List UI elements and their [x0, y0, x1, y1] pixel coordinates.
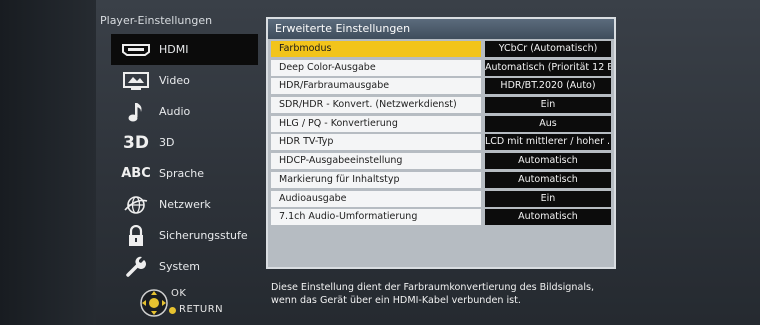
- setting-value[interactable]: Ein: [485, 190, 611, 207]
- language-icon: ABC: [121, 166, 151, 181]
- setting-value[interactable]: Ein: [485, 97, 611, 114]
- setting-row-audioausgabe[interactable]: Audioausgabe Ein: [271, 190, 611, 209]
- sidebar-item-label: System: [159, 260, 201, 273]
- hdmi-icon: [119, 37, 153, 63]
- setting-label[interactable]: Farbmodus: [271, 41, 481, 57]
- network-globe-icon: [119, 192, 153, 218]
- sidebar-item-label: Sprache: [159, 167, 205, 180]
- help-description: Diese Einstellung dient der Farbraumkonv…: [271, 281, 741, 307]
- sidebar-item-3d[interactable]: 3D 3D: [111, 127, 258, 158]
- setting-label[interactable]: HDCP-Ausgabeeinstellung: [271, 153, 481, 170]
- setting-row-farbmodus[interactable]: Farbmodus YCbCr (Automatisch): [271, 41, 611, 59]
- sidebar-item-system[interactable]: System: [111, 251, 258, 282]
- setting-label[interactable]: Audioausgabe: [271, 190, 481, 207]
- setting-row-hdcp[interactable]: HDCP-Ausgabeeinstellung Automatisch: [271, 153, 611, 171]
- setting-label[interactable]: 7.1ch Audio-Umformatierung: [271, 209, 481, 226]
- setting-label[interactable]: Markierung für Inhaltstyp: [271, 171, 481, 188]
- sidebar-item-label: Audio: [159, 105, 191, 118]
- help-line-1: Diese Einstellung dient der Farbraumkonv…: [271, 282, 595, 293]
- setting-row-sdr-hdr-konvert[interactable]: SDR/HDR - Konvert. (Netzwerkdienst) Ein: [271, 97, 611, 115]
- 3d-icon: 3D: [123, 132, 149, 153]
- setting-value[interactable]: Automatisch: [485, 171, 611, 188]
- sidebar-item-label: Netzwerk: [159, 198, 211, 211]
- panel-title: Erweiterte Einstellungen: [268, 19, 614, 39]
- help-line-2: wenn das Gerät über ein HDMI-Kabel verbu…: [271, 295, 521, 306]
- setting-value[interactable]: LCD mit mittlerer / hoher ...: [485, 134, 611, 151]
- audio-note-icon: [119, 99, 153, 125]
- return-button-icon: [169, 307, 176, 314]
- sidebar-title: Player-Einstellungen: [100, 14, 213, 27]
- setting-label[interactable]: HLG / PQ - Konvertierung: [271, 115, 481, 132]
- video-icon: [119, 68, 153, 94]
- sidebar-menu: HDMI Video Audio 3D 3D ABC Sprache Netzw…: [111, 34, 258, 282]
- ok-hint: OK: [171, 288, 187, 299]
- setting-value[interactable]: Automatisch: [485, 153, 611, 170]
- settings-list: Farbmodus YCbCr (Automatisch) Deep Color…: [271, 41, 611, 228]
- sidebar-item-hdmi[interactable]: HDMI: [111, 34, 258, 65]
- advanced-settings-panel: Erweiterte Einstellungen Farbmodus YCbCr…: [266, 17, 616, 269]
- sidebar-item-video[interactable]: Video: [111, 65, 258, 96]
- return-hint: RETURN: [179, 304, 224, 315]
- setting-row-markierung[interactable]: Markierung für Inhaltstyp Automatisch: [271, 171, 611, 190]
- setting-row-deep-color[interactable]: Deep Color-Ausgabe Automatisch (Prioritä…: [271, 59, 611, 78]
- lock-icon: [119, 223, 153, 249]
- setting-label[interactable]: HDR/Farbraumausgabe: [271, 78, 481, 95]
- setting-label[interactable]: Deep Color-Ausgabe: [271, 59, 481, 76]
- setting-row-hlg-pq[interactable]: HLG / PQ - Konvertierung Aus: [271, 115, 611, 134]
- wrench-icon: [119, 254, 153, 280]
- setting-value[interactable]: HDR/BT.2020 (Auto): [485, 78, 611, 95]
- left-background: [0, 0, 96, 325]
- sidebar-item-label: Video: [159, 74, 190, 87]
- sidebar-item-audio[interactable]: Audio: [111, 96, 258, 127]
- setting-label[interactable]: SDR/HDR - Konvert. (Netzwerkdienst): [271, 97, 481, 114]
- setting-label[interactable]: HDR TV-Typ: [271, 134, 481, 151]
- setting-value[interactable]: YCbCr (Automatisch): [485, 41, 611, 57]
- setting-value[interactable]: Automatisch (Priorität 12 Bit): [485, 59, 611, 76]
- setting-row-hdr-tv-typ[interactable]: HDR TV-Typ LCD mit mittlerer / hoher ...: [271, 134, 611, 152]
- setting-row-hdr-farbraum[interactable]: HDR/Farbraumausgabe HDR/BT.2020 (Auto): [271, 78, 611, 96]
- setting-value[interactable]: Aus: [485, 115, 611, 132]
- setting-row-71ch[interactable]: 7.1ch Audio-Umformatierung Automatisch: [271, 209, 611, 227]
- sidebar-item-netzwerk[interactable]: Netzwerk: [111, 189, 258, 220]
- sidebar-item-sicherungsstufe[interactable]: Sicherungsstufe: [111, 220, 258, 251]
- setting-value[interactable]: Automatisch: [485, 209, 611, 226]
- sidebar-item-label: 3D: [159, 136, 175, 149]
- sidebar-item-sprache[interactable]: ABC Sprache: [111, 158, 258, 189]
- sidebar-item-label: Sicherungsstufe: [159, 229, 248, 242]
- sidebar-item-label: HDMI: [159, 43, 189, 56]
- dpad-icon: [138, 287, 170, 319]
